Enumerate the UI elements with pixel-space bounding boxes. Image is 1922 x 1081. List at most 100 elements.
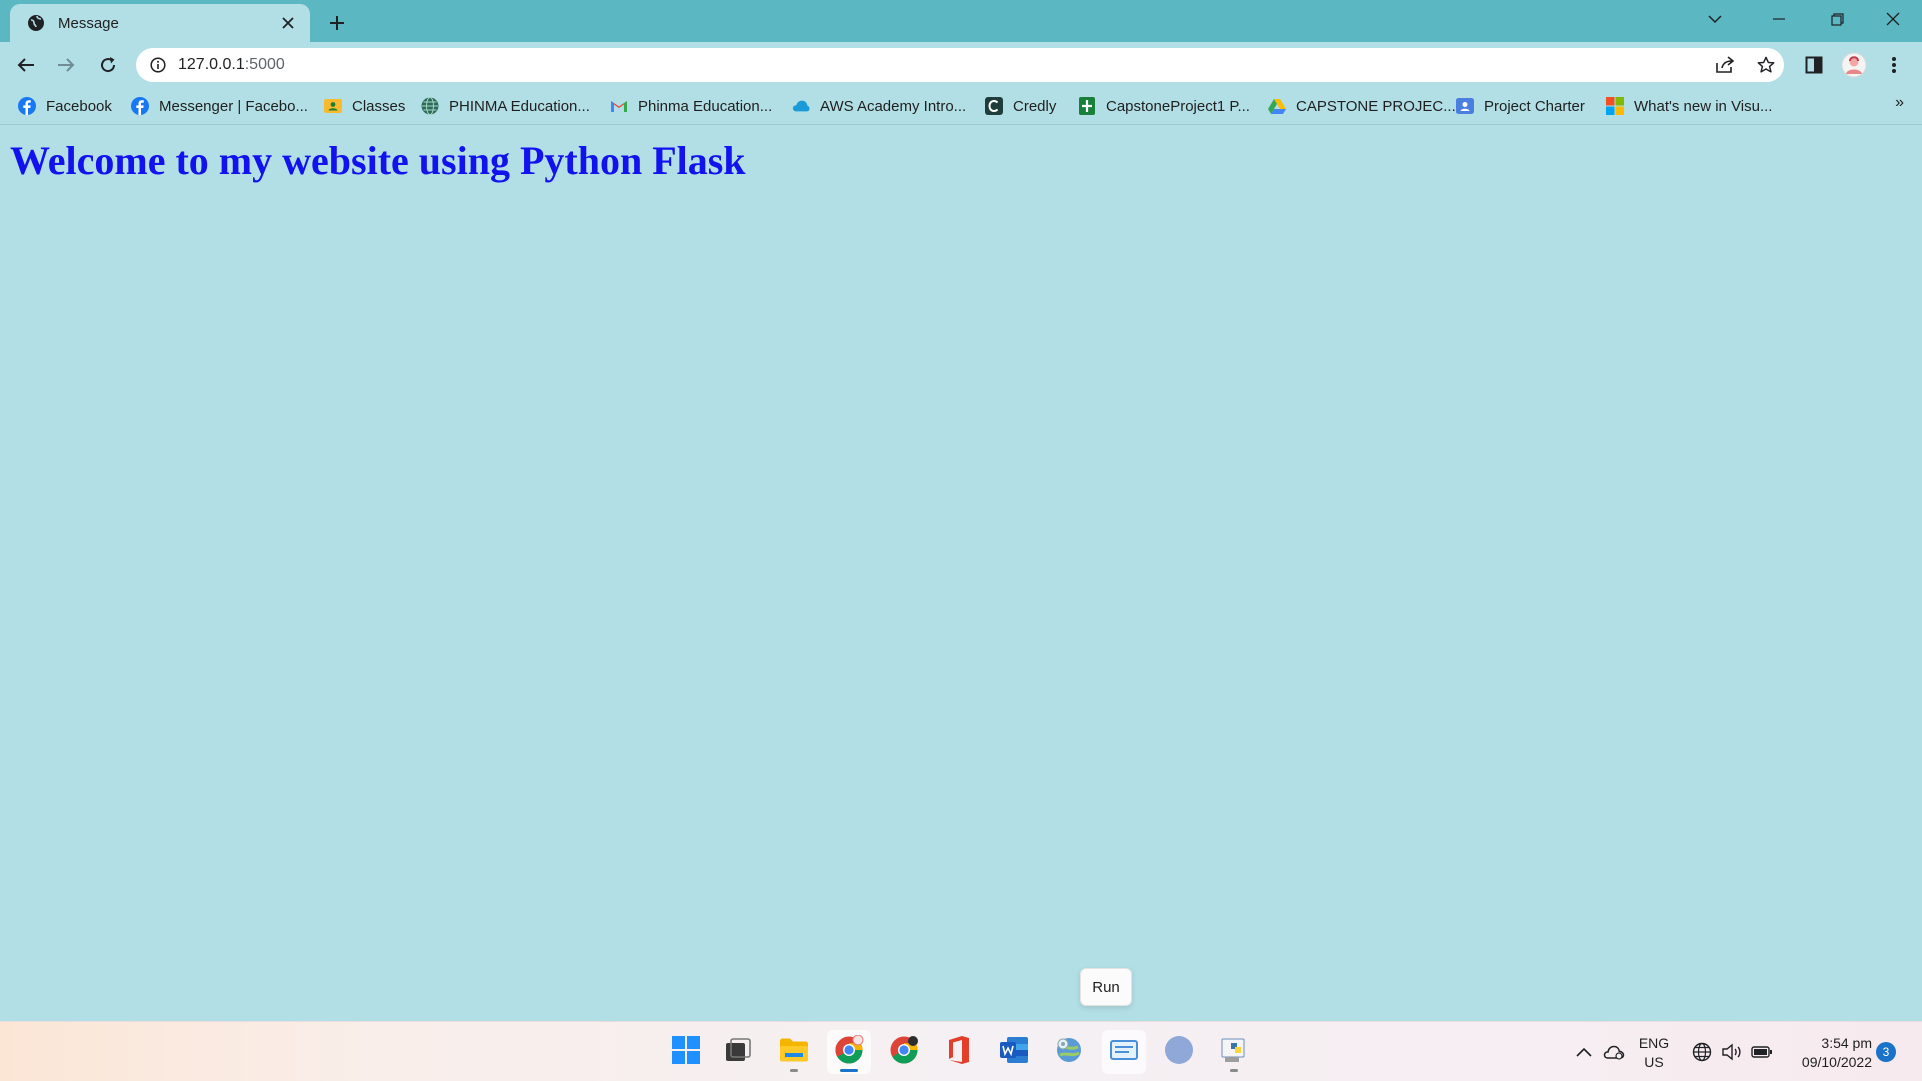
bookmarks-bar: Facebook Messenger | Facebo... Classes P… bbox=[0, 88, 1922, 125]
control-panel-button[interactable] bbox=[1047, 1030, 1091, 1074]
new-tab-button[interactable] bbox=[322, 8, 352, 38]
network-globe-icon[interactable] bbox=[1690, 1040, 1714, 1064]
chrome-icon bbox=[889, 1035, 919, 1070]
restore-button[interactable] bbox=[1808, 0, 1866, 38]
tab-strip: Message bbox=[0, 0, 1922, 42]
bookmark-project-charter[interactable]: Project Charter bbox=[1456, 95, 1585, 117]
bookmark-label: PHINMA Education... bbox=[449, 97, 590, 115]
url-host: 127.0.0.1 bbox=[178, 56, 245, 73]
task-view-button[interactable] bbox=[716, 1030, 760, 1074]
word-icon bbox=[999, 1036, 1029, 1069]
bookmark-aws-academy[interactable]: AWS Academy Intro... bbox=[792, 95, 966, 117]
gmail-icon bbox=[610, 97, 628, 115]
microsoft-icon bbox=[1606, 97, 1624, 115]
url-text: 127.0.0.1:5000 bbox=[178, 56, 285, 74]
bookmark-label: Classes bbox=[352, 97, 406, 115]
bookmark-label: CapstoneProject1 P... bbox=[1106, 97, 1250, 115]
page-content: Welcome to my website using Python Flask bbox=[0, 125, 1922, 1021]
bookmark-credly[interactable]: Credly bbox=[985, 95, 1056, 117]
bookmark-phinma-education[interactable]: PHINMA Education... bbox=[421, 95, 590, 117]
running-indicator bbox=[790, 1069, 798, 1072]
close-tab-icon[interactable] bbox=[274, 9, 302, 37]
bookmark-label: Messenger | Facebo... bbox=[159, 97, 308, 115]
page-heading: Welcome to my website using Python Flask bbox=[10, 138, 746, 183]
facebook-icon bbox=[18, 97, 36, 115]
keyboard-region: US bbox=[1644, 1054, 1664, 1070]
r-avatar-icon bbox=[1164, 1035, 1194, 1070]
close-window-button[interactable] bbox=[1864, 0, 1922, 38]
window-app-icon bbox=[1109, 1038, 1139, 1067]
reload-button[interactable] bbox=[92, 49, 124, 81]
drive-icon bbox=[1268, 97, 1286, 115]
minimize-button[interactable] bbox=[1750, 0, 1808, 38]
bookmark-classes[interactable]: Classes bbox=[324, 95, 405, 117]
settings-globe-icon bbox=[1054, 1035, 1084, 1070]
bookmark-label: Phinma Education... bbox=[638, 97, 773, 115]
sheets-icon bbox=[1078, 97, 1096, 115]
running-indicator bbox=[1230, 1069, 1238, 1072]
url-port: :5000 bbox=[244, 56, 285, 73]
start-button[interactable] bbox=[664, 1030, 708, 1074]
tab-title: Message bbox=[58, 14, 119, 32]
onedrive-icon[interactable] bbox=[1602, 1040, 1626, 1064]
classroom-icon bbox=[324, 97, 342, 115]
bookmarks-overflow-button[interactable]: » bbox=[1895, 94, 1904, 112]
chrome-button[interactable] bbox=[827, 1030, 871, 1074]
side-panel-icon[interactable] bbox=[1798, 49, 1830, 81]
credly-icon bbox=[985, 97, 1003, 115]
cloud-icon bbox=[792, 97, 810, 115]
notification-badge[interactable]: 3 bbox=[1876, 1042, 1896, 1062]
share-icon[interactable] bbox=[1714, 53, 1738, 77]
volume-icon[interactable] bbox=[1720, 1040, 1744, 1064]
chrome-profile-button[interactable] bbox=[882, 1030, 926, 1074]
language-indicator[interactable]: ENG US bbox=[1632, 1034, 1676, 1072]
forward-button[interactable] bbox=[50, 49, 82, 81]
bookmark-label: CAPSTONE PROJEC... bbox=[1296, 97, 1456, 115]
windows-start-icon bbox=[671, 1035, 701, 1070]
bookmark-messenger[interactable]: Messenger | Facebo... bbox=[131, 95, 308, 117]
bookmark-label: AWS Academy Intro... bbox=[820, 97, 967, 115]
remote-desktop-button[interactable] bbox=[1102, 1030, 1146, 1074]
bookmark-label: Facebook bbox=[46, 97, 112, 115]
python-icon bbox=[1219, 1035, 1249, 1070]
bookmark-facebook[interactable]: Facebook bbox=[18, 95, 112, 117]
tab-message[interactable]: Message bbox=[10, 4, 310, 42]
office-button[interactable] bbox=[937, 1030, 981, 1074]
system-clock[interactable]: 3:54 pm 09/10/2022 bbox=[1782, 1034, 1872, 1072]
bookmark-capstone-project1[interactable]: CapstoneProject1 P... bbox=[1078, 95, 1250, 117]
clock-date: 09/10/2022 bbox=[1801, 1054, 1872, 1070]
task-view-icon bbox=[725, 1037, 751, 1067]
facebook-icon bbox=[131, 97, 149, 115]
word-button[interactable] bbox=[992, 1030, 1036, 1074]
bookmark-label: Credly bbox=[1013, 97, 1057, 115]
bookmark-star-icon[interactable] bbox=[1754, 53, 1778, 77]
bookmark-phinma-gmail[interactable]: Phinma Education... bbox=[610, 95, 772, 117]
chevron-up-icon[interactable] bbox=[1572, 1040, 1596, 1064]
python-idle-button[interactable] bbox=[1212, 1030, 1256, 1074]
active-indicator bbox=[840, 1069, 858, 1072]
back-button[interactable] bbox=[10, 49, 42, 81]
run-tooltip: Run bbox=[1080, 968, 1132, 1006]
language-code: ENG bbox=[1638, 1035, 1670, 1051]
browser-toolbar: 127.0.0.1:5000 bbox=[0, 42, 1922, 88]
tab-search-icon[interactable] bbox=[1686, 0, 1744, 38]
windows-taskbar: ENG US 3:54 pm 09/10/2022 3 bbox=[0, 1021, 1922, 1081]
menu-icon[interactable] bbox=[1878, 49, 1910, 81]
bookmark-capstone-drive[interactable]: CAPSTONE PROJEC... bbox=[1268, 95, 1456, 117]
profile-avatar[interactable] bbox=[1838, 49, 1870, 81]
globe-icon bbox=[26, 13, 46, 33]
address-bar[interactable]: 127.0.0.1:5000 bbox=[136, 48, 1784, 82]
chrome-icon bbox=[834, 1034, 864, 1070]
contact-icon bbox=[1456, 97, 1474, 115]
site-info-icon[interactable] bbox=[148, 55, 168, 75]
bookmark-label: Project Charter bbox=[1484, 97, 1585, 115]
globe-icon bbox=[421, 97, 439, 115]
file-explorer-button[interactable] bbox=[772, 1030, 816, 1074]
battery-icon[interactable] bbox=[1750, 1040, 1774, 1064]
bookmark-whats-new-visual-studio[interactable]: What's new in Visu... bbox=[1606, 95, 1772, 117]
r-app-button[interactable] bbox=[1157, 1030, 1201, 1074]
bookmark-label: What's new in Visu... bbox=[1634, 97, 1773, 115]
folder-icon bbox=[779, 1037, 809, 1068]
clock-time: 3:54 pm bbox=[1821, 1035, 1872, 1051]
office-icon bbox=[947, 1035, 971, 1070]
